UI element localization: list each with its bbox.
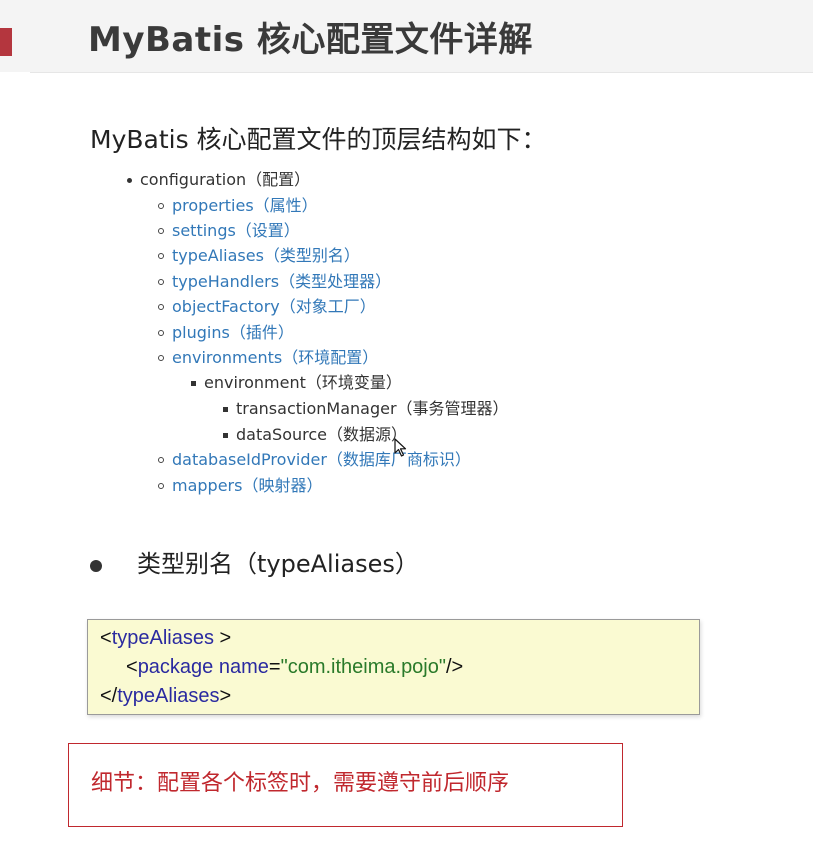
code-line-3: </typeAliases> — [100, 682, 231, 710]
code-punct: = — [268, 656, 281, 678]
code-line-2: <package name="com.itheima.pojo"/> — [126, 653, 463, 681]
code-punct: > — [213, 627, 232, 649]
disc-bullet-icon — [124, 169, 136, 191]
tree-item-configuration: configuration（配置） — [127, 169, 311, 191]
type-aliases-heading: 类型别名（typeAliases） — [137, 550, 419, 578]
tree-label: dataSource（数据源） — [236, 425, 407, 444]
tree-label: properties（属性） — [172, 196, 318, 215]
section-heading: MyBatis 核心配置文件的顶层结构如下： — [90, 125, 547, 154]
circle-bullet-icon — [156, 475, 168, 497]
tree-item-settings: settings（设置） — [158, 220, 300, 242]
square-bullet-icon — [220, 424, 232, 446]
note-box: 细节：配置各个标签时，需要遵守前后顺序 — [68, 743, 623, 827]
code-punct: < — [126, 656, 138, 678]
tree-item-typealiases: typeAliases（类型别名） — [158, 245, 360, 267]
tree-item-databaseidprovider: databaseIdProvider（数据库厂商标识） — [158, 449, 471, 471]
tree-item-mappers: mappers（映射器） — [158, 475, 323, 497]
tree-item-environment: environment（环境变量） — [191, 372, 402, 394]
tree-item-properties: properties（属性） — [158, 195, 318, 217]
tree-label: environment（环境变量） — [204, 373, 402, 392]
code-line-1: <typeAliases > — [100, 624, 231, 652]
code-snippet-box: <typeAliases > <package name="com.itheim… — [87, 619, 700, 715]
tree-label: plugins（插件） — [172, 323, 294, 342]
tree-label: transactionManager（事务管理器） — [236, 399, 509, 418]
tree-item-plugins: plugins（插件） — [158, 322, 294, 344]
tree-label: configuration（配置） — [140, 170, 311, 189]
page-title: MyBatis 核心配置文件详解 — [88, 20, 533, 60]
tree-item-objectfactory: objectFactory（对象工厂） — [158, 296, 376, 318]
code-punct: </ — [100, 685, 118, 707]
tree-item-typehandlers: typeHandlers（类型处理器） — [158, 271, 392, 293]
square-bullet-icon — [188, 372, 200, 394]
circle-bullet-icon — [156, 195, 168, 217]
code-punct: /> — [445, 656, 464, 678]
circle-bullet-icon — [156, 220, 168, 242]
square-bullet-icon — [220, 398, 232, 420]
tree-label: typeHandlers（类型处理器） — [172, 272, 392, 291]
tree-label: typeAliases（类型别名） — [172, 246, 360, 265]
code-tag: typeAliases — [117, 685, 220, 707]
code-attr: name — [213, 656, 269, 678]
disc-bullet-icon — [90, 560, 102, 572]
tree-label: mappers（映射器） — [172, 476, 323, 495]
circle-bullet-icon — [156, 245, 168, 267]
circle-bullet-icon — [156, 449, 168, 471]
code-tag: typeAliases — [111, 627, 214, 649]
tree-label: settings（设置） — [172, 221, 300, 240]
code-punct: > — [219, 685, 232, 707]
code-punct: < — [100, 627, 112, 649]
circle-bullet-icon — [156, 322, 168, 344]
note-text: 细节：配置各个标签时，需要遵守前后顺序 — [91, 771, 510, 796]
circle-bullet-icon — [156, 271, 168, 293]
code-value: "com.itheima.pojo" — [280, 656, 446, 678]
tree-item-environments: environments（环境配置） — [158, 347, 379, 369]
code-tag: package — [137, 656, 214, 678]
tree-item-transactionmanager: transactionManager（事务管理器） — [223, 398, 509, 420]
mouse-pointer-icon — [394, 438, 407, 457]
tree-item-datasource: dataSource（数据源） — [223, 424, 407, 446]
tree-label: objectFactory（对象工厂） — [172, 297, 376, 316]
header-accent-bar — [0, 28, 12, 56]
tree-label: environments（环境配置） — [172, 348, 379, 367]
circle-bullet-icon — [156, 296, 168, 318]
circle-bullet-icon — [156, 347, 168, 369]
tree-label: databaseIdProvider（数据库厂商标识） — [172, 450, 471, 469]
header-divider — [30, 72, 813, 73]
